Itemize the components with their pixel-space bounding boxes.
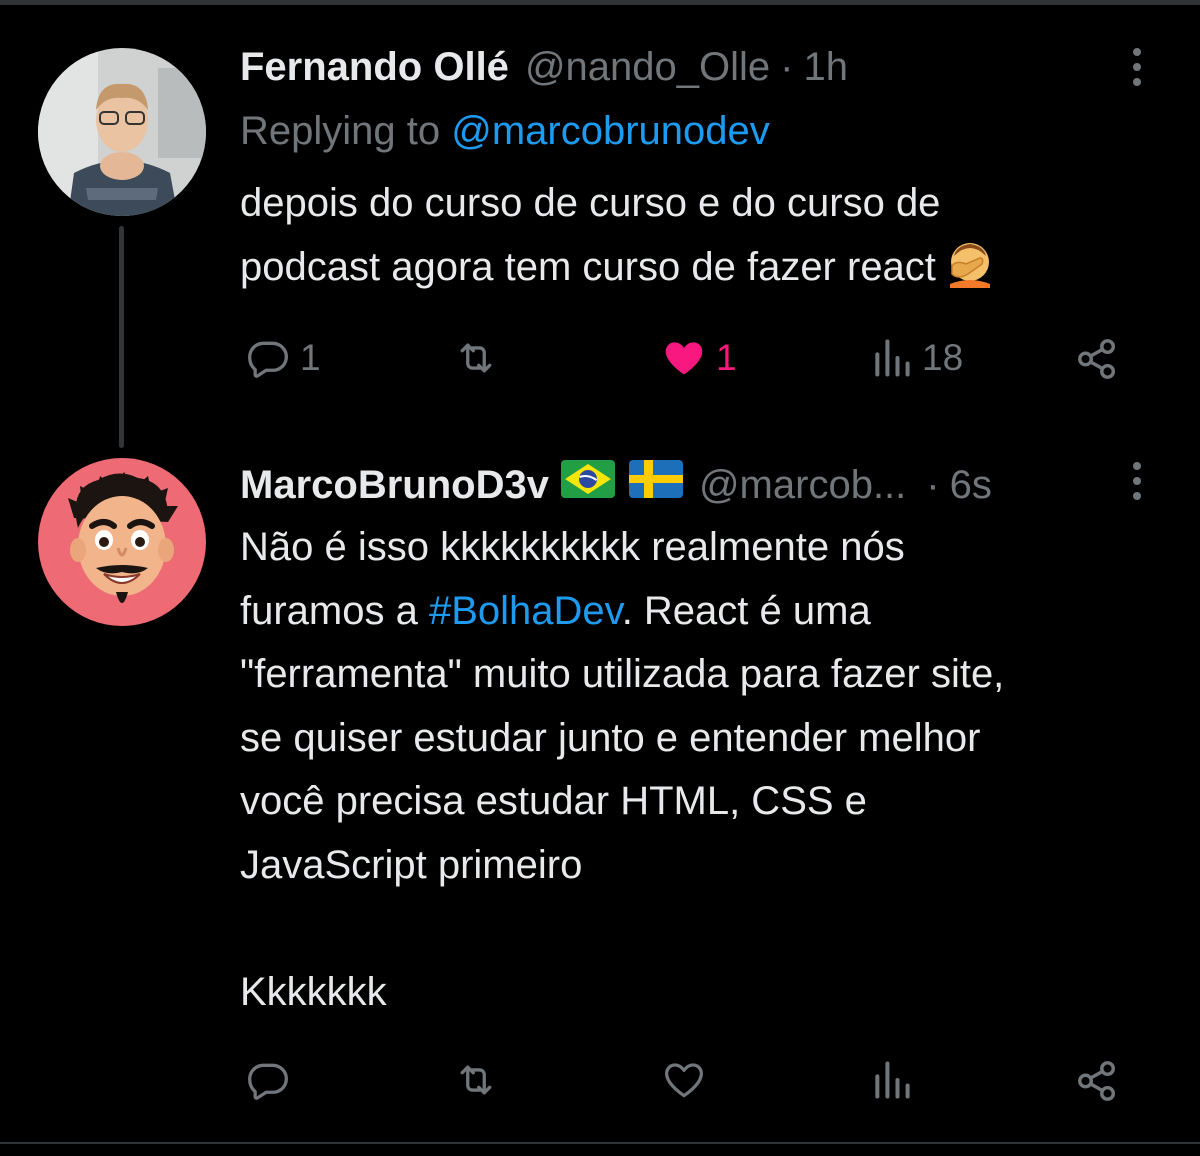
tweet1-reply-count: 1 xyxy=(300,337,321,378)
tweet1-header: Fernando Ollé @nando_Olle · 1h xyxy=(240,42,848,92)
tweet2-reply-button[interactable] xyxy=(244,1058,300,1102)
text-segment: "ferramenta" muito utilizada para fazer … xyxy=(240,652,1005,696)
person-photo-icon xyxy=(38,48,206,216)
tweet2-handle[interactable]: @marcob... xyxy=(699,460,906,510)
tweet2-views-button[interactable] xyxy=(870,1058,922,1102)
tweet2-more-icon[interactable] xyxy=(1122,456,1152,506)
tweet1-text-line: depois do curso de curso e do curso de xyxy=(240,181,941,225)
thread-connector-line xyxy=(119,226,124,448)
text-segment: Não é isso kkkkkkkkkk realmente nós xyxy=(240,525,905,569)
tweet1-time[interactable]: 1h xyxy=(803,42,848,92)
heart-filled-icon xyxy=(665,342,703,375)
text-segment: Kkkkkkk xyxy=(240,969,387,1014)
tweet1-share-button[interactable] xyxy=(1072,336,1122,382)
tweet2-like-button[interactable] xyxy=(660,1058,716,1102)
hashtag-bolhadev-link[interactable]: #BolhaDev xyxy=(429,589,622,633)
share-icon xyxy=(1078,339,1116,379)
share-icon xyxy=(1078,1061,1116,1101)
text-segment: . React é uma xyxy=(621,588,871,633)
tweet2-header: MarcoBrunoD3v @marcob... · 6s xyxy=(240,460,992,510)
tweet2-text-line: JavaScript primeiro xyxy=(240,834,1180,898)
tweet1-like-count: 1 xyxy=(716,337,737,378)
tweet2-separator: · xyxy=(926,463,940,507)
tweet2-text-line: Não é isso kkkkkkkkkk realmente nós xyxy=(240,516,1180,580)
tweet1-reply-button[interactable]: 1 xyxy=(244,336,321,380)
text-segment: furamos a xyxy=(240,588,429,633)
replying-prefix: Replying to xyxy=(240,109,441,153)
tweet1-handle[interactable]: @nando_Olle xyxy=(525,42,770,92)
tweet1-views-count: 18 xyxy=(922,337,964,378)
text-segment: JavaScript primeiro xyxy=(240,842,583,887)
tweet1-replying-to: Replying to @marcobrunodev xyxy=(240,106,770,156)
tweet2-text-line: você precisa estudar HTML, CSS e xyxy=(240,770,1180,834)
tweet1-separator: · xyxy=(780,45,794,89)
avatar-fernando[interactable] xyxy=(38,48,206,216)
avatar-marcobruno[interactable] xyxy=(38,458,206,626)
tweet1-author-name[interactable]: Fernando Ollé xyxy=(240,42,509,92)
text-segment: você precisa estudar HTML, CSS e xyxy=(240,779,867,823)
retweet-icon xyxy=(460,1065,492,1095)
tweet1-text-line-2: podcast agora tem curso de fazer react xyxy=(240,236,1180,300)
replying-handle-link[interactable]: @marcobrunodev xyxy=(451,109,770,153)
retweet-icon xyxy=(460,343,492,373)
tweet2-share-button[interactable] xyxy=(1072,1058,1122,1104)
reply-icon xyxy=(248,341,288,378)
top-divider xyxy=(0,0,1200,5)
heart-outline-icon xyxy=(664,1063,704,1098)
tweet2-text-line: Kkkkkkk xyxy=(240,961,1180,1025)
tweet2-retweet-button[interactable] xyxy=(448,1058,512,1102)
sweden-flag-icon xyxy=(628,460,683,510)
tweet1-more-icon[interactable] xyxy=(1122,42,1152,92)
tweet2-author-name[interactable]: MarcoBrunoD3v xyxy=(240,460,549,510)
bottom-divider xyxy=(0,1142,1200,1144)
tweet2-text-line-blank xyxy=(240,897,1180,961)
tweet2-flags xyxy=(560,460,683,510)
views-icon xyxy=(875,1061,910,1099)
brazil-flag-icon xyxy=(560,460,615,510)
tweet2-text-line: "ferramenta" muito utilizada para fazer … xyxy=(240,643,1180,707)
views-icon xyxy=(875,339,910,377)
tweet1-views-button[interactable]: 18 xyxy=(870,336,963,380)
tweet2-time[interactable]: 6s xyxy=(950,460,992,510)
cartoon-avatar-icon xyxy=(38,458,206,626)
tweet2-text-line: se quiser estudar junto e entender melho… xyxy=(240,707,1180,771)
tweet1-text: depois do curso de curso e do curso de p… xyxy=(240,172,1180,299)
tweet2-text-line: furamos a #BolhaDev. React é uma xyxy=(240,580,1180,644)
tweet1-like-button[interactable]: 1 xyxy=(660,336,737,380)
facepalm-emoji-icon xyxy=(946,240,994,308)
tweet2-text: Não é isso kkkkkkkkkk realmente nós fura… xyxy=(240,516,1180,1024)
text-segment: se quiser estudar junto e entender melho… xyxy=(240,715,981,760)
reply-icon xyxy=(248,1063,288,1100)
tweet1-retweet-button[interactable] xyxy=(448,336,512,380)
tweet1-text-line-content: podcast agora tem curso de fazer react xyxy=(240,244,936,289)
